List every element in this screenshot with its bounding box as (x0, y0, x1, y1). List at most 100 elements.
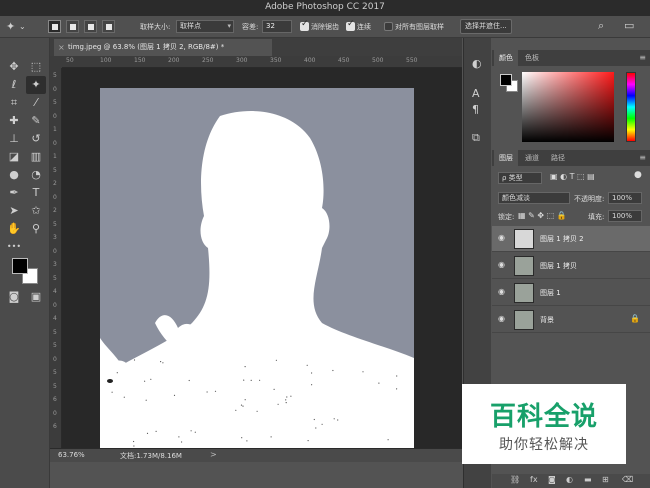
ruler-tick-label: 5 (53, 274, 57, 282)
tab-layers[interactable]: 图层 (494, 150, 518, 166)
canvas-area[interactable] (62, 68, 462, 448)
layer-row[interactable]: ◉ 背景 🔒 (492, 307, 650, 333)
visibility-eye-icon[interactable]: ◉ (498, 287, 505, 296)
chevron-down-icon[interactable]: ⌄ (19, 21, 26, 32)
layer-row[interactable]: ◉ 图层 1 拷贝 2 (492, 226, 650, 252)
filter-icons[interactable]: ▣ ◐ T ⬚ ▤ (550, 172, 595, 181)
healing-brush-tool-icon[interactable]: ✚ (4, 112, 24, 130)
document-size: 文档:1.73M/8.16M (120, 452, 182, 460)
sample-size-select[interactable]: 取样点 (176, 20, 234, 33)
add-selection-button[interactable] (66, 20, 79, 33)
zoom-tool-icon[interactable]: ⚲ (26, 220, 46, 238)
layer-row[interactable]: ◉ 图层 1 拷贝 (492, 253, 650, 279)
folder-icon[interactable]: ▬ (584, 475, 592, 484)
gradient-tool-icon[interactable]: ▥ (26, 148, 46, 166)
select-and-mask-button[interactable]: 选择并遮住... (460, 19, 512, 34)
ruler-tick-label: 0 (53, 112, 57, 120)
lock-icons[interactable]: ▦ ✎ ✥ ⬚ 🔒 (518, 211, 567, 220)
blur-tool-icon[interactable]: ● (4, 166, 24, 184)
quick-mask-icon[interactable]: ◙ (4, 288, 24, 306)
layers-menu-icon[interactable]: ≡ (639, 153, 646, 162)
color-panel-foreground[interactable] (500, 74, 512, 86)
path-selection-tool-icon[interactable]: ➤ (4, 202, 24, 220)
ruler-corner (50, 56, 62, 68)
ruler-tick-label: 3 (53, 234, 57, 241)
document-image[interactable] (100, 88, 414, 448)
character-panel-icon[interactable]: A (472, 88, 480, 99)
workspace-icon[interactable]: ▭ (624, 20, 634, 31)
magic-wand-preset-icon[interactable]: ✦ (6, 21, 15, 32)
contiguous-checkbox[interactable] (346, 19, 355, 31)
fill-label: 填充: (588, 213, 605, 221)
visibility-eye-icon[interactable]: ◉ (498, 233, 505, 242)
color-picker-field[interactable] (522, 72, 614, 142)
zoom-level[interactable]: 63.76% (58, 451, 85, 459)
contiguous-label: 连续 (357, 23, 371, 31)
close-tab-icon[interactable]: × (58, 39, 65, 56)
color-panel-icon[interactable]: ◐ (472, 58, 482, 69)
crop-tool-icon[interactable]: ⌗ (4, 94, 24, 112)
tab-paths[interactable]: 路径 (546, 150, 570, 166)
antialias-checkbox[interactable] (300, 19, 309, 31)
mask-icon[interactable]: ◙ (548, 475, 556, 484)
tolerance-input[interactable]: 32 (262, 20, 292, 33)
subtract-selection-button[interactable] (84, 20, 97, 33)
link-icon[interactable]: ⛓ (510, 475, 520, 484)
lock-label: 锁定: (498, 213, 515, 221)
document-tab[interactable]: × timg.jpeg @ 63.8% (图层 1 拷贝 2, RGB/8#) … (54, 39, 272, 56)
brush-tool-icon[interactable]: ✎ (26, 112, 46, 130)
visibility-eye-icon[interactable]: ◉ (498, 260, 505, 269)
new-selection-button[interactable] (48, 20, 61, 33)
filter-toggle-icon[interactable]: ● (634, 170, 642, 180)
adjustment-icon[interactable]: ◐ (566, 475, 573, 484)
layer-filter-select[interactable]: ρ 类型 (498, 172, 542, 184)
sample-all-layers-checkbox[interactable] (384, 22, 393, 31)
lasso-tool-icon[interactable]: ℓ (4, 76, 24, 94)
ruler-tick-label: 4 (53, 315, 57, 322)
title-bar: Adobe Photoshop CC 2017 (0, 0, 650, 16)
ruler-tick-label: 200 (168, 57, 180, 64)
app-title: Adobe Photoshop CC 2017 (265, 2, 385, 12)
layer-row[interactable]: ◉ 图层 1 (492, 280, 650, 306)
more-tools-icon[interactable]: ••• (4, 238, 24, 256)
layer-name: 图层 1 拷贝 (540, 262, 577, 270)
blend-mode-select[interactable]: 颜色减淡 (498, 192, 570, 204)
tab-color[interactable]: 颜色 (494, 50, 518, 66)
ruler-tick-label: 5 (53, 72, 57, 79)
type-tool-icon[interactable]: T (26, 184, 46, 202)
ruler-tick-label: 5 (53, 369, 57, 376)
tab-swatches[interactable]: 色板 (520, 50, 544, 66)
paragraph-panel-icon[interactable]: ¶ (472, 104, 479, 115)
eraser-tool-icon[interactable]: ◪ (4, 148, 24, 166)
intersect-selection-button[interactable] (102, 20, 115, 33)
screen-mode-icon[interactable]: ▣ (26, 288, 46, 306)
ruler-left[interactable]: 5 0 5 0 1 0 1 5 2 0 2 5 3 0 3 5 4 0 4 5 5 0 5 5 6 0 6 (50, 68, 62, 448)
clone-stamp-tool-icon[interactable]: ⊥ (4, 130, 24, 148)
tab-channels[interactable]: 通道 (520, 150, 544, 166)
fill-input[interactable]: 100% (608, 210, 642, 222)
move-tool-icon[interactable]: ✥ (4, 58, 24, 76)
new-layer-icon[interactable]: ⊞ (602, 475, 609, 484)
magic-wand-tool-icon[interactable]: ✦ (26, 76, 46, 94)
shape-tool-icon[interactable]: ✩ (26, 202, 46, 220)
visibility-eye-icon[interactable]: ◉ (498, 314, 505, 323)
eyedropper-tool-icon[interactable]: ⁄ (26, 94, 46, 112)
fx-icon[interactable]: fx (530, 475, 538, 484)
history-brush-tool-icon[interactable]: ↺ (26, 130, 46, 148)
status-menu-arrow[interactable]: > (210, 450, 217, 459)
panel-menu-icon[interactable]: ≡ (639, 53, 646, 62)
ruler-tick-label: 0 (53, 247, 57, 255)
ruler-tick-label: 150 (134, 57, 146, 64)
dodge-tool-icon[interactable]: ◔ (26, 166, 46, 184)
hand-tool-icon[interactable]: ✋ (4, 220, 24, 238)
search-icon[interactable]: ⌕ (598, 20, 604, 31)
ruler-top[interactable]: 50 100 150 200 250 300 350 400 450 500 550 (62, 56, 462, 68)
pen-tool-icon[interactable]: ✒ (4, 184, 24, 202)
opacity-input[interactable]: 100% (608, 192, 642, 204)
marquee-tool-icon[interactable]: ⬚ (26, 58, 46, 76)
trash-icon[interactable]: ⌫ (622, 475, 633, 484)
hue-slider[interactable] (626, 72, 636, 142)
history-panel-icon[interactable]: ⧉ (472, 132, 480, 143)
foreground-color-swatch[interactable] (12, 258, 28, 274)
ruler-tick-label: 5 (53, 99, 57, 106)
